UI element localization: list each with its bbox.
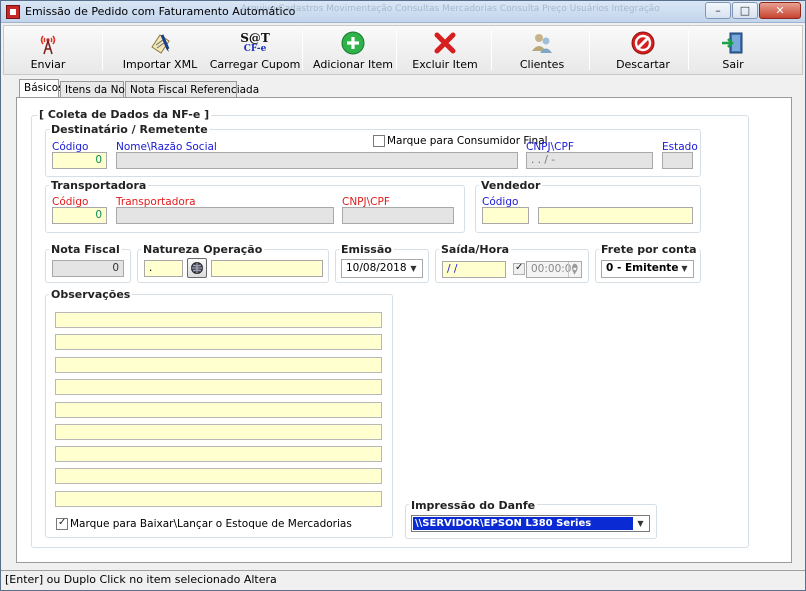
time-spinner[interactable]: ▲ ▼ [568,262,580,277]
baixar-estoque-label: Marque para Baixar\Lançar o Estoque de M… [70,518,352,530]
consumidor-final-label: Marque para Consumidor Final [387,135,548,147]
importar-xml-label: Importar XML [122,58,198,71]
vendedor-group-label: Vendedor [479,179,543,192]
importar-xml-button[interactable]: Importar XML [122,26,198,74]
natureza-label: Natureza Operação [141,243,265,256]
saida-label: Saída/Hora [439,243,512,256]
add-icon [340,31,366,55]
descartar-button[interactable]: Descartar [610,26,676,74]
maximize-button[interactable]: □ [732,2,758,19]
baixar-estoque-checkbox[interactable] [56,517,68,530]
nota-fiscal-label: Nota Fiscal [49,243,122,256]
chevron-down-icon: ▼ [681,264,688,273]
frete-selected-value: 0 - Emitente [606,262,679,274]
antenna-icon [35,31,61,55]
exit-door-icon [720,31,746,55]
transportadora-group-label: Transportadora [49,179,149,192]
frete-label: Frete por conta [599,243,699,256]
observacao-line-6[interactable] [55,424,382,440]
main-window: Emissão de Pedido com Faturamento Automá… [0,0,806,591]
clients-icon [529,31,555,55]
consumidor-final-checkbox[interactable] [373,135,385,147]
natureza-search-button[interactable] [187,258,207,278]
enviar-label: Enviar [30,58,66,71]
observacao-line-3[interactable] [55,357,382,373]
vend-codigo-input[interactable] [482,207,529,224]
dest-cnpj-input[interactable]: . . / - [526,152,653,169]
clientes-button[interactable]: Clientes [512,26,572,74]
saida-date-input[interactable]: / / [442,261,506,278]
background-menu-ghost: Arquivo Cadastros Movimentação Consultas… [241,4,660,14]
transp-nome-input[interactable] [116,207,334,224]
sat-cfe-icon: S@T CF-e [235,31,275,55]
observacao-line-5[interactable] [55,402,382,418]
chevron-down-icon: ▼ [637,519,644,528]
tab-basicos[interactable]: Básicos [19,79,64,98]
sat-logo-top: S@T [240,31,270,45]
emissao-date-picker[interactable]: 10/08/2018 ▼ [341,259,423,278]
transp-cnpj-input[interactable] [342,207,454,224]
danfe-label: Impressão do Danfe [409,499,538,512]
excluir-item-label: Excluir Item [412,58,478,71]
chevron-down-icon: ▼ [410,264,417,273]
status-bar: [Enter] ou Duplo Click no item seleciona… [1,570,805,590]
destinatario-label: Destinatário / Remetente [49,123,210,136]
sat-logo-bottom: CF-e [243,44,267,54]
status-text: [Enter] ou Duplo Click no item seleciona… [5,573,277,586]
section-title: [ Coleta de Dados da NF-e ] [37,108,212,121]
cancel-icon [630,31,656,55]
transp-codigo-input[interactable]: 0 [52,207,107,224]
carregar-cupom-label: Carregar Cupom [209,58,301,71]
observacao-line-2[interactable] [55,334,382,350]
delete-x-icon [432,31,458,55]
observacao-line-9[interactable] [55,491,382,507]
title-bar: Emissão de Pedido com Faturamento Automá… [1,1,805,23]
sair-label: Sair [722,58,744,71]
descartar-label: Descartar [616,58,670,71]
adicionar-item-label: Adicionar Item [313,58,393,71]
close-button[interactable]: ✕ [759,2,801,19]
adicionar-item-button[interactable]: Adicionar Item [313,26,393,74]
frete-select[interactable]: 0 - Emitente ▼ [601,260,694,278]
tab-itens-da-nota[interactable]: Itens da Nota [60,81,135,98]
danfe-printer-select[interactable]: \\SERVIDOR\EPSON L380 Series ▼ [411,515,650,532]
saida-time-checkbox[interactable] [513,262,525,275]
vend-nome-input[interactable] [538,207,693,224]
enviar-button[interactable]: Enviar [20,26,76,74]
carregar-cupom-button[interactable]: S@T CF-e Carregar Cupom [210,26,301,74]
minimize-button[interactable]: – [705,2,731,19]
emissao-label: Emissão [339,243,394,256]
observacao-line-7[interactable] [55,446,382,462]
dest-nome-input[interactable] [116,152,518,169]
observacoes-label: Observações [49,288,133,301]
dest-codigo-input[interactable]: 0 [52,152,107,169]
observacao-line-1[interactable] [55,312,382,328]
natureza-codigo-input[interactable]: . [144,260,183,277]
tab-nota-fiscal-referenciada[interactable]: Nota Fiscal Referenciada [125,81,259,98]
sair-button[interactable]: Sair [710,26,756,74]
document-pen-icon [147,31,173,55]
observacao-line-4[interactable] [55,379,382,395]
natureza-descricao-input[interactable] [211,260,323,277]
toolbar: Enviar Importar XML S@T CF-e Carregar Cu… [3,25,803,75]
dest-estado-input[interactable] [662,152,693,169]
danfe-printer-value: \\SERVIDOR\EPSON L380 Series [413,517,633,530]
emissao-date-value: 10/08/2018 [346,262,407,274]
observacao-line-8[interactable] [55,468,382,484]
excluir-item-button[interactable]: Excluir Item [410,26,480,74]
globe-search-icon [191,262,203,274]
nota-fiscal-input[interactable]: 0 [52,260,124,277]
clientes-label: Clientes [519,58,565,71]
app-icon [6,5,20,19]
